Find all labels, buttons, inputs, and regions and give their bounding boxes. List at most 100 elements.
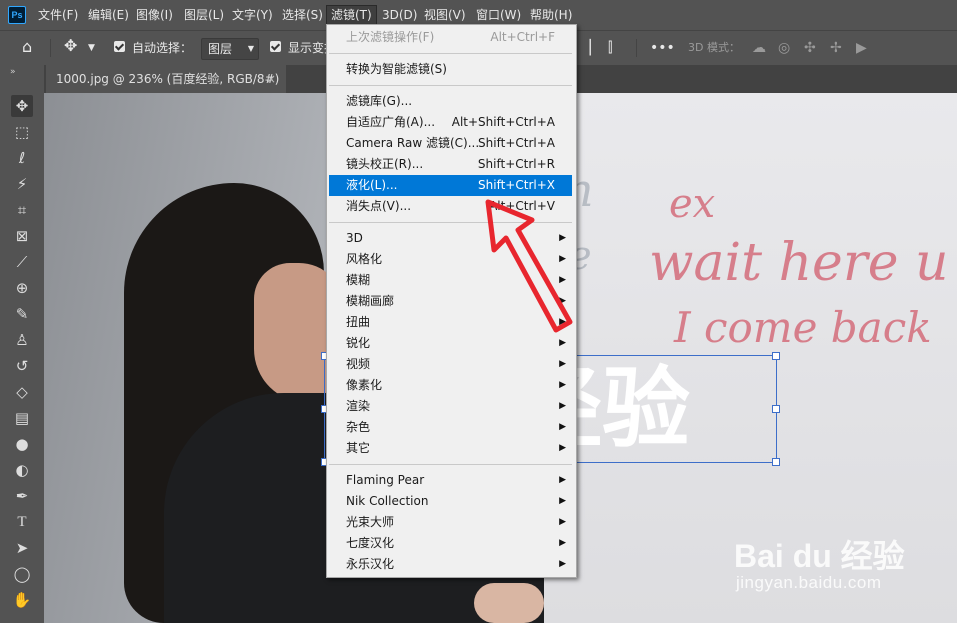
filter-menu-item[interactable]: 镜头校正(R)... Shift+Ctrl+R (329, 154, 572, 175)
filter-menu-item[interactable]: Flaming Pear ▶ (329, 470, 572, 491)
crop-tool-icon[interactable]: ⌗ (11, 199, 33, 221)
3d-orbit-icon[interactable]: ☁ (752, 39, 766, 57)
submenu-arrow-icon: ▶ (559, 496, 566, 506)
menu-item[interactable]: 文字(Y) (228, 6, 277, 24)
transform-handle[interactable] (772, 352, 780, 360)
baidu-watermark-logo: Bai du 经验 (734, 538, 905, 574)
filter-menu-item[interactable]: Nik Collection ▶ (329, 491, 572, 512)
filter-menu-item[interactable]: 七度汉化 ▶ (329, 533, 572, 554)
3d-scale-icon[interactable]: ▶ (856, 39, 867, 57)
menu-item-label: Flaming Pear (346, 473, 425, 487)
submenu-arrow-icon: ▶ (559, 359, 566, 369)
clone-stamp-tool-icon[interactable]: ♙ (11, 329, 33, 351)
filter-menu-item[interactable]: 转换为智能滤镜(S) (329, 59, 572, 80)
chevron-down-icon: ▼ (247, 44, 254, 53)
menu-item-shortcut: Shift+Ctrl+A (478, 136, 555, 150)
3d-roll-icon[interactable]: ◎ (778, 39, 790, 57)
menu-item-label: 七度汉化 (346, 536, 395, 550)
menu-item[interactable]: 图像(I) (132, 6, 177, 24)
eraser-tool-icon[interactable]: ◇ (11, 381, 33, 403)
menu-item[interactable]: 文件(F) (34, 6, 82, 24)
filter-menu-item[interactable]: Camera Raw 滤镜(C)... Shift+Ctrl+A (329, 133, 572, 154)
menu-item-label: 像素化 (346, 378, 383, 392)
menu-item[interactable]: 图层(L) (180, 6, 228, 24)
filter-menu-item[interactable]: 光束大师 ▶ (329, 512, 572, 533)
healing-brush-tool-icon[interactable]: ⊕ (11, 277, 33, 299)
filter-menu-item[interactable]: 自适应广角(A)... Alt+Shift+Ctrl+A (329, 112, 572, 133)
chevron-down-icon[interactable]: ▼ (88, 39, 95, 57)
menu-item[interactable]: 3D(D) (378, 6, 421, 24)
transform-handle[interactable] (772, 405, 780, 413)
filter-menu-item[interactable]: 视频 ▶ (329, 354, 572, 375)
menu-item[interactable]: 帮助(H) (526, 6, 576, 24)
3d-slide-icon[interactable]: ✢ (830, 39, 842, 57)
collapse-panel-icon[interactable]: » (10, 67, 16, 77)
menu-item[interactable]: 窗口(W) (472, 6, 525, 24)
brush-tool-icon[interactable]: ✎ (11, 303, 33, 325)
path-selection-tool-icon[interactable]: ➤ (11, 537, 33, 559)
menu-item-label: 扭曲 (346, 315, 371, 329)
3d-pan-icon[interactable]: ✣ (804, 39, 816, 57)
submenu-arrow-icon: ▶ (559, 517, 566, 527)
close-icon[interactable]: × (266, 65, 276, 93)
home-icon[interactable]: ⌂ (22, 38, 32, 56)
pen-tool-icon[interactable]: ✒ (11, 485, 33, 507)
frame-tool-icon[interactable]: ⊠ (11, 225, 33, 247)
menu-item-label: 消失点(V)... (346, 199, 412, 213)
dodge-tool-icon[interactable]: ◐ (11, 459, 33, 481)
menu-separator (329, 53, 572, 54)
lasso-tool-icon[interactable]: ℓ (11, 147, 33, 169)
submenu-arrow-icon: ▶ (559, 443, 566, 453)
filter-menu-item[interactable]: 杂色 ▶ (329, 417, 572, 438)
gradient-tool-icon[interactable]: ▤ (11, 407, 33, 429)
type-tool-icon[interactable]: T (11, 511, 33, 533)
menu-item-label: 3D (346, 231, 363, 245)
distribute-icon[interactable]: ⫿ (608, 39, 612, 57)
auto-select-label: 自动选择： (132, 41, 193, 55)
move-tool-icon[interactable]: ✥ (11, 95, 33, 117)
filter-menu-item[interactable]: 滤镜库(G)... (329, 91, 572, 112)
menu-item-label: 转换为智能滤镜(S) (346, 62, 447, 76)
menu-item[interactable]: 视图(V) (420, 6, 470, 24)
photoshop-logo-icon: Ps (8, 6, 26, 24)
menu-item[interactable]: 编辑(E) (84, 6, 133, 24)
menu-item-label: 光束大师 (346, 515, 395, 529)
blur-tool-icon[interactable]: ● (11, 433, 33, 455)
menu-item-label: 滤镜库(G)... (346, 94, 413, 108)
move-tool-icon[interactable]: ✥ (64, 37, 77, 55)
auto-select-target-select[interactable]: 图层 ▼ (201, 38, 259, 60)
3d-mode-label: 3D 模式： (688, 41, 740, 54)
history-brush-tool-icon[interactable]: ↺ (11, 355, 33, 377)
menu-item[interactable]: 选择(S) (278, 6, 327, 24)
filter-menu-item[interactable]: 像素化 ▶ (329, 375, 572, 396)
whiteboard-text: I come back (674, 303, 932, 352)
transform-handle[interactable] (772, 458, 780, 466)
menu-item-label: 杂色 (346, 420, 371, 434)
show-transform-label: 显示变换控件 (288, 41, 326, 55)
magic-wand-tool-icon[interactable]: ⚡ (11, 173, 33, 195)
menu-item[interactable]: 滤镜(T) (326, 5, 377, 24)
document-tab[interactable]: 1000.jpg @ 236% (百度经验, RGB/8#) * × (46, 65, 286, 114)
submenu-arrow-icon: ▶ (559, 401, 566, 411)
filter-menu-item[interactable]: 其它 ▶ (329, 438, 572, 459)
marquee-tool-icon[interactable]: ⬚ (11, 121, 33, 143)
auto-select-checkbox[interactable] (114, 41, 125, 52)
filter-menu-item[interactable]: 永乐汉化 ▶ (329, 554, 572, 575)
menu-item-shortcut: Alt+Ctrl+F (490, 30, 555, 44)
submenu-arrow-icon: ▶ (559, 475, 566, 485)
menu-item-label: 模糊 (346, 273, 371, 287)
show-transform-checkbox[interactable] (270, 41, 281, 52)
annotation-arrow-icon (485, 199, 573, 333)
filter-menu-item[interactable]: 渲染 ▶ (329, 396, 572, 417)
menu-item-label: Nik Collection (346, 494, 429, 508)
menu-item-label: 锐化 (346, 336, 371, 350)
align-right-icon[interactable]: ▕ (580, 39, 591, 57)
more-options-icon[interactable]: ••• (650, 39, 675, 57)
hand-tool-icon[interactable]: ✋ (11, 589, 33, 611)
ellipse-tool-icon[interactable]: ◯ (11, 563, 33, 585)
eyedropper-tool-icon[interactable]: ⟋ (11, 251, 33, 273)
filter-menu-item: 上次滤镜操作(F) Alt+Ctrl+F (329, 27, 572, 48)
menu-item-shortcut: Shift+Ctrl+R (477, 157, 555, 171)
menu-item-label: 视频 (346, 357, 371, 371)
menu-item-label: 镜头校正(R)... (346, 157, 424, 171)
